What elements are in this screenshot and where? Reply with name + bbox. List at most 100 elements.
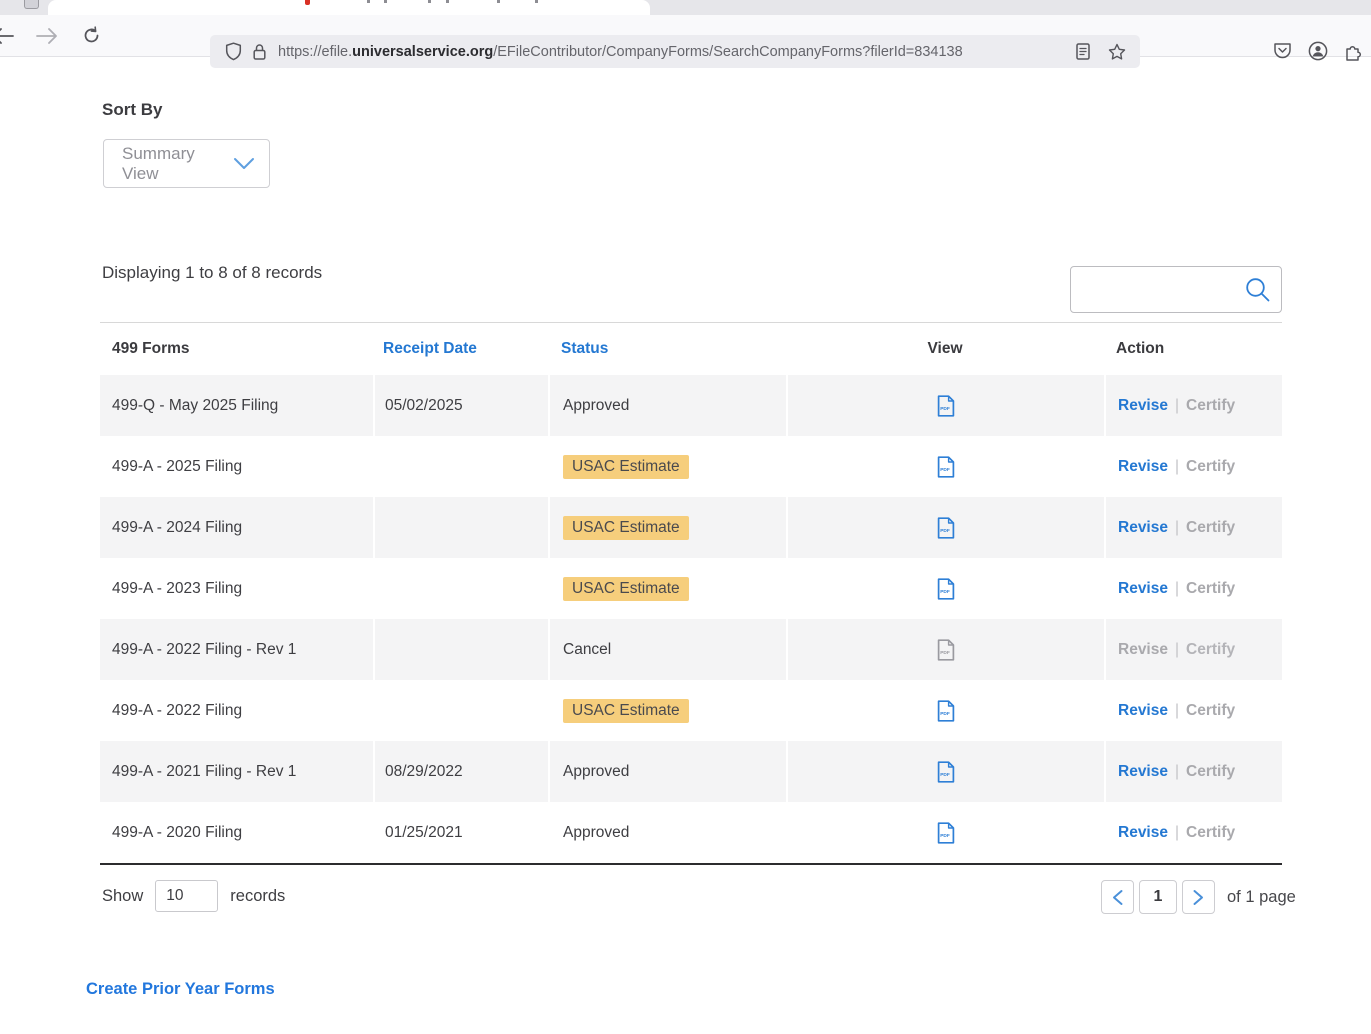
browser-window: https://efile.universalservice.org/EFile… — [0, 0, 1371, 1034]
receipt-date — [373, 436, 548, 497]
action-separator: | — [1175, 641, 1179, 659]
form-name: 499-A - 2024 Filing — [100, 497, 373, 558]
tab-strip-button[interactable] — [24, 0, 39, 9]
tab-title-fragment — [428, 0, 431, 3]
revise-link[interactable]: Revise — [1118, 519, 1168, 537]
certify-link[interactable]: Certify — [1186, 580, 1235, 598]
search-input[interactable] — [1083, 281, 1244, 299]
tab-title-fragment — [367, 0, 370, 3]
form-name: 499-A - 2023 Filing — [100, 558, 373, 619]
sort-dropdown-value: Summary View — [122, 144, 233, 184]
reload-button[interactable] — [76, 21, 106, 51]
certify-link[interactable]: Certify — [1186, 702, 1235, 720]
current-page-indicator[interactable]: 1 — [1139, 880, 1177, 914]
action-cell: Revise | Certify — [1104, 619, 1282, 680]
table-row: 499-Q - May 2025 Filing 05/02/2025 Appro… — [100, 375, 1282, 436]
sort-dropdown[interactable]: Summary View — [103, 139, 270, 188]
prev-page-button[interactable] — [1101, 880, 1134, 914]
revise-link[interactable]: Revise — [1118, 824, 1168, 842]
revise-link[interactable]: Revise — [1118, 397, 1168, 415]
chevron-down-icon — [233, 157, 255, 170]
pocket-icon[interactable] — [1273, 42, 1292, 60]
form-name: 499-A - 2022 Filing - Rev 1 — [100, 619, 373, 680]
revise-link[interactable]: Revise — [1118, 641, 1168, 659]
status-cell: Approved — [548, 375, 786, 436]
status-cell: USAC Estimate — [548, 558, 786, 619]
forward-button[interactable] — [32, 21, 62, 51]
revise-link[interactable]: Revise — [1118, 702, 1168, 720]
view-cell: PDF — [786, 619, 1104, 680]
view-cell: PDF — [786, 680, 1104, 741]
table-row: 499-A - 2022 Filing - Rev 1 Cancel PDF R… — [100, 619, 1282, 680]
pdf-file-icon[interactable]: PDF — [937, 822, 955, 844]
page-size-input[interactable] — [155, 880, 218, 912]
pdf-file-icon[interactable]: PDF — [937, 700, 955, 722]
certify-link[interactable]: Certify — [1186, 763, 1235, 781]
form-name: 499-Q - May 2025 Filing — [100, 375, 373, 436]
table-search — [1070, 266, 1282, 313]
pdf-file-icon[interactable]: PDF — [937, 395, 955, 417]
url-bar[interactable]: https://efile.universalservice.org/EFile… — [210, 35, 1140, 68]
receipt-date: 05/02/2025 — [373, 375, 548, 436]
receipt-date: 01/25/2021 — [373, 802, 548, 863]
view-cell: PDF — [786, 558, 1104, 619]
receipt-date: 08/29/2022 — [373, 741, 548, 802]
header-status-sort[interactable]: Status — [548, 340, 786, 358]
header-view: View — [786, 340, 1104, 358]
receipt-date — [373, 558, 548, 619]
action-cell: Revise | Certify — [1104, 375, 1282, 436]
receipt-date — [373, 680, 548, 741]
create-prior-year-forms-link[interactable]: Create Prior Year Forms — [86, 980, 275, 999]
table-row: 499-A - 2025 Filing USAC Estimate PDF Re… — [100, 436, 1282, 497]
sort-by-label: Sort By — [102, 100, 162, 120]
bookmark-star-icon[interactable] — [1104, 43, 1130, 61]
svg-text:PDF: PDF — [940, 711, 950, 717]
active-tab[interactable] — [48, 0, 650, 15]
extensions-puzzle-icon[interactable] — [1344, 42, 1363, 61]
view-cell: PDF — [786, 497, 1104, 558]
status-value: Approved — [563, 763, 629, 781]
header-499-forms: 499 Forms — [100, 340, 373, 358]
status-cell: USAC Estimate — [548, 497, 786, 558]
pdf-file-icon[interactable]: PDF — [937, 517, 955, 539]
shield-icon[interactable] — [220, 42, 246, 61]
search-icon[interactable] — [1244, 276, 1271, 303]
url-domain: universalservice.org — [352, 44, 493, 60]
action-separator: | — [1175, 702, 1179, 720]
tab-favicon — [305, 0, 310, 5]
lock-icon[interactable] — [246, 43, 272, 61]
header-receipt-date-sort[interactable]: Receipt Date — [373, 340, 548, 358]
revise-link[interactable]: Revise — [1118, 580, 1168, 598]
certify-link[interactable]: Certify — [1186, 824, 1235, 842]
certify-link[interactable]: Certify — [1186, 458, 1235, 476]
tab-strip — [0, 0, 1371, 15]
status-cell: USAC Estimate — [548, 680, 786, 741]
revise-link[interactable]: Revise — [1118, 458, 1168, 476]
table-row: 499-A - 2023 Filing USAC Estimate PDF Re… — [100, 558, 1282, 619]
account-icon[interactable] — [1308, 41, 1328, 61]
url-scheme: https://efile. — [278, 44, 352, 60]
pdf-file-icon[interactable]: PDF — [937, 578, 955, 600]
revise-link[interactable]: Revise — [1118, 763, 1168, 781]
pdf-file-icon[interactable]: PDF — [937, 456, 955, 478]
page-count-label: of 1 page — [1227, 888, 1296, 907]
reader-view-icon[interactable] — [1070, 43, 1096, 60]
certify-link[interactable]: Certify — [1186, 641, 1235, 659]
certify-link[interactable]: Certify — [1186, 519, 1235, 537]
svg-text:PDF: PDF — [940, 833, 950, 839]
back-button[interactable] — [0, 21, 18, 51]
pdf-file-icon[interactable]: PDF — [937, 761, 955, 783]
status-value: Approved — [563, 824, 629, 842]
certify-link[interactable]: Certify — [1186, 397, 1235, 415]
tab-title-fragment — [384, 0, 387, 3]
pdf-file-icon[interactable]: PDF — [937, 639, 955, 661]
table-header: 499 Forms Receipt Date Status View Actio… — [100, 323, 1282, 375]
table-row: 499-A - 2022 Filing USAC Estimate PDF Re… — [100, 680, 1282, 741]
action-separator: | — [1175, 824, 1179, 842]
svg-text:PDF: PDF — [940, 650, 950, 656]
show-label: Show — [102, 887, 143, 906]
svg-text:PDF: PDF — [940, 406, 950, 412]
next-page-button[interactable] — [1182, 880, 1215, 914]
form-name: 499-A - 2025 Filing — [100, 436, 373, 497]
action-cell: Revise | Certify — [1104, 558, 1282, 619]
